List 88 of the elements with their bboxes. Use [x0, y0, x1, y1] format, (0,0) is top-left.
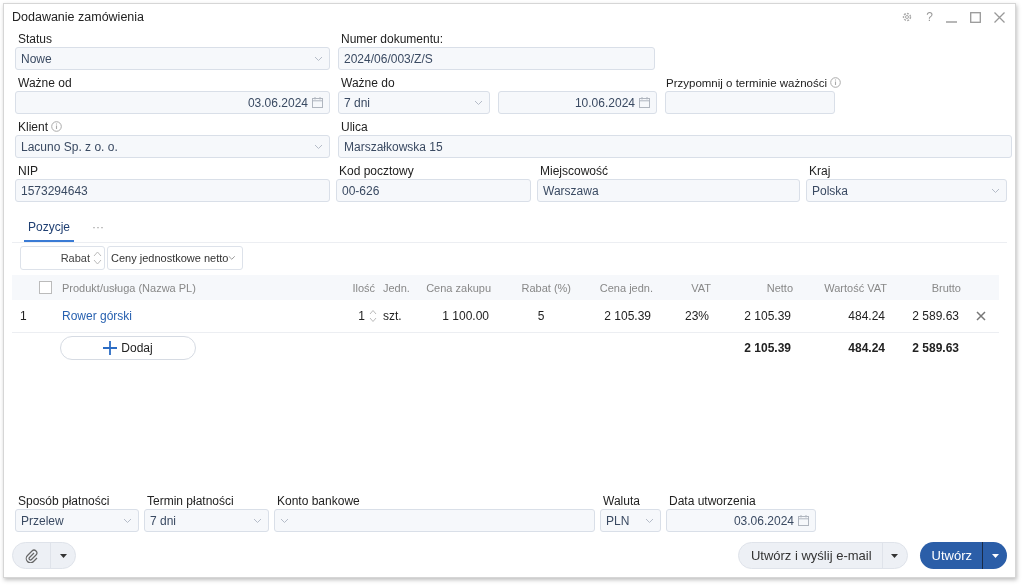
info-icon[interactable]: [830, 77, 842, 88]
field-label: Ważne do: [341, 75, 395, 90]
add-button[interactable]: Dodaj: [60, 336, 196, 360]
calendar-icon[interactable]: [312, 97, 323, 108]
plus-icon: [103, 341, 118, 355]
stepper-icon[interactable]: [369, 308, 377, 324]
total-cell-text: 2 105.39: [743, 341, 792, 355]
chevron-icon: [314, 55, 323, 62]
field-label: Waluta: [603, 493, 640, 508]
date-field[interactable]: 03.06.2024: [15, 91, 330, 114]
text-field[interactable]: Marszałkowska 15: [338, 135, 1012, 158]
select-all-checkbox[interactable]: [39, 281, 52, 294]
window-title: Dodawanie zamówienia: [12, 10, 146, 24]
table-cell-text: 2 105.39: [743, 309, 792, 323]
maximize-icon[interactable]: [970, 11, 981, 23]
tab[interactable]: Pozycje: [24, 216, 75, 242]
chevron-icon: [123, 517, 132, 524]
total-cell-text: 2 589.63: [911, 341, 960, 355]
column-header: Cena zakupu: [425, 281, 492, 294]
field-label: Klient: [18, 119, 49, 134]
settings-icon[interactable]: [901, 11, 914, 23]
text-field[interactable]: 00-626: [336, 179, 531, 202]
field-label: Ulica: [341, 119, 368, 134]
select-field[interactable]: Polska: [806, 179, 1007, 202]
field-label: Konto bankowe: [277, 493, 360, 508]
caret-icon: [891, 553, 899, 558]
column-header: Wartość VAT: [823, 281, 888, 294]
select-field[interactable]: Nowe: [15, 47, 330, 70]
column-header: Netto: [765, 281, 794, 294]
field-label: NIP: [18, 163, 38, 178]
paperclip-icon: [24, 548, 39, 563]
field-label: Miejscowość: [540, 163, 608, 178]
column-header: Ilość: [351, 281, 376, 294]
text-field[interactable]: Warszawa: [537, 179, 800, 202]
chevron-icon: [280, 517, 289, 524]
chevron-icon: [253, 517, 262, 524]
table-cell-text: 484.24: [847, 309, 886, 323]
product-link[interactable]: Rower górski: [58, 309, 340, 323]
table-cell-text: 5: [536, 309, 546, 323]
field-label: Przypomnij o terminie ważności: [666, 76, 828, 89]
calendar-icon[interactable]: [639, 97, 650, 108]
column-header: Jedn.: [382, 281, 411, 294]
field-label: Numer dokumentu:: [341, 31, 444, 46]
table-cell-text: 1 100.00: [441, 309, 490, 323]
close-icon[interactable]: [994, 11, 1005, 23]
column-header: Brutto: [930, 281, 962, 294]
field-label: Kod pocztowy: [339, 163, 414, 178]
calendar-icon[interactable]: [798, 515, 809, 526]
field-label: Data utworzenia: [669, 493, 756, 508]
info-icon[interactable]: [51, 121, 63, 132]
remove-icon[interactable]: [976, 311, 986, 321]
column-header: Produkt/usługa (Nazwa PL): [61, 281, 197, 294]
field-label: Termin płatności: [147, 493, 234, 508]
column-header: Rabat (%): [520, 281, 572, 294]
text-field[interactable]: [665, 91, 835, 114]
chevron-icon: [991, 187, 1000, 194]
field-label: Ważne od: [18, 75, 72, 90]
caret-icon: [991, 553, 999, 558]
caret-icon: [59, 553, 67, 558]
column-header: Cena jedn.: [598, 281, 654, 294]
table-cell: 1: [358, 309, 365, 323]
total-cell-text: 484.24: [847, 341, 886, 355]
text-field[interactable]: 1573294643: [15, 179, 330, 202]
chevron-icon: [645, 517, 654, 524]
chevron-icon: [228, 255, 236, 261]
field-label: Sposób płatności: [18, 493, 110, 508]
row-number: 1: [19, 309, 28, 323]
discount-field[interactable]: Rabat: [20, 246, 105, 270]
select-field[interactable]: [274, 509, 595, 532]
price-mode-select[interactable]: Ceny jednostkowe netto: [107, 246, 243, 270]
text-field[interactable]: 2024/06/003/Z/S: [338, 47, 655, 70]
select-field[interactable]: PLN: [600, 509, 661, 532]
date-field[interactable]: 10.06.2024: [498, 91, 657, 114]
select-field[interactable]: Przelew: [15, 509, 139, 532]
table-cell-text: 23%: [683, 309, 710, 323]
select-field[interactable]: Lacuno Sp. z o. o.: [15, 135, 330, 158]
table-cell-text: 2 589.63: [911, 309, 960, 323]
column-header: VAT: [690, 281, 712, 294]
select-field[interactable]: 7 dni: [144, 509, 269, 532]
stepper-icon[interactable]: [93, 250, 102, 266]
table-cell-text: 2 105.39: [603, 309, 652, 323]
chevron-icon: [474, 99, 483, 106]
table-cell-text: szt.: [382, 309, 403, 323]
select-field[interactable]: 7 dni: [338, 91, 490, 114]
field-label: Status: [18, 31, 53, 46]
date-field[interactable]: 03.06.2024: [666, 509, 816, 532]
field-label: Kraj: [809, 163, 831, 178]
chevron-icon: [314, 143, 323, 150]
